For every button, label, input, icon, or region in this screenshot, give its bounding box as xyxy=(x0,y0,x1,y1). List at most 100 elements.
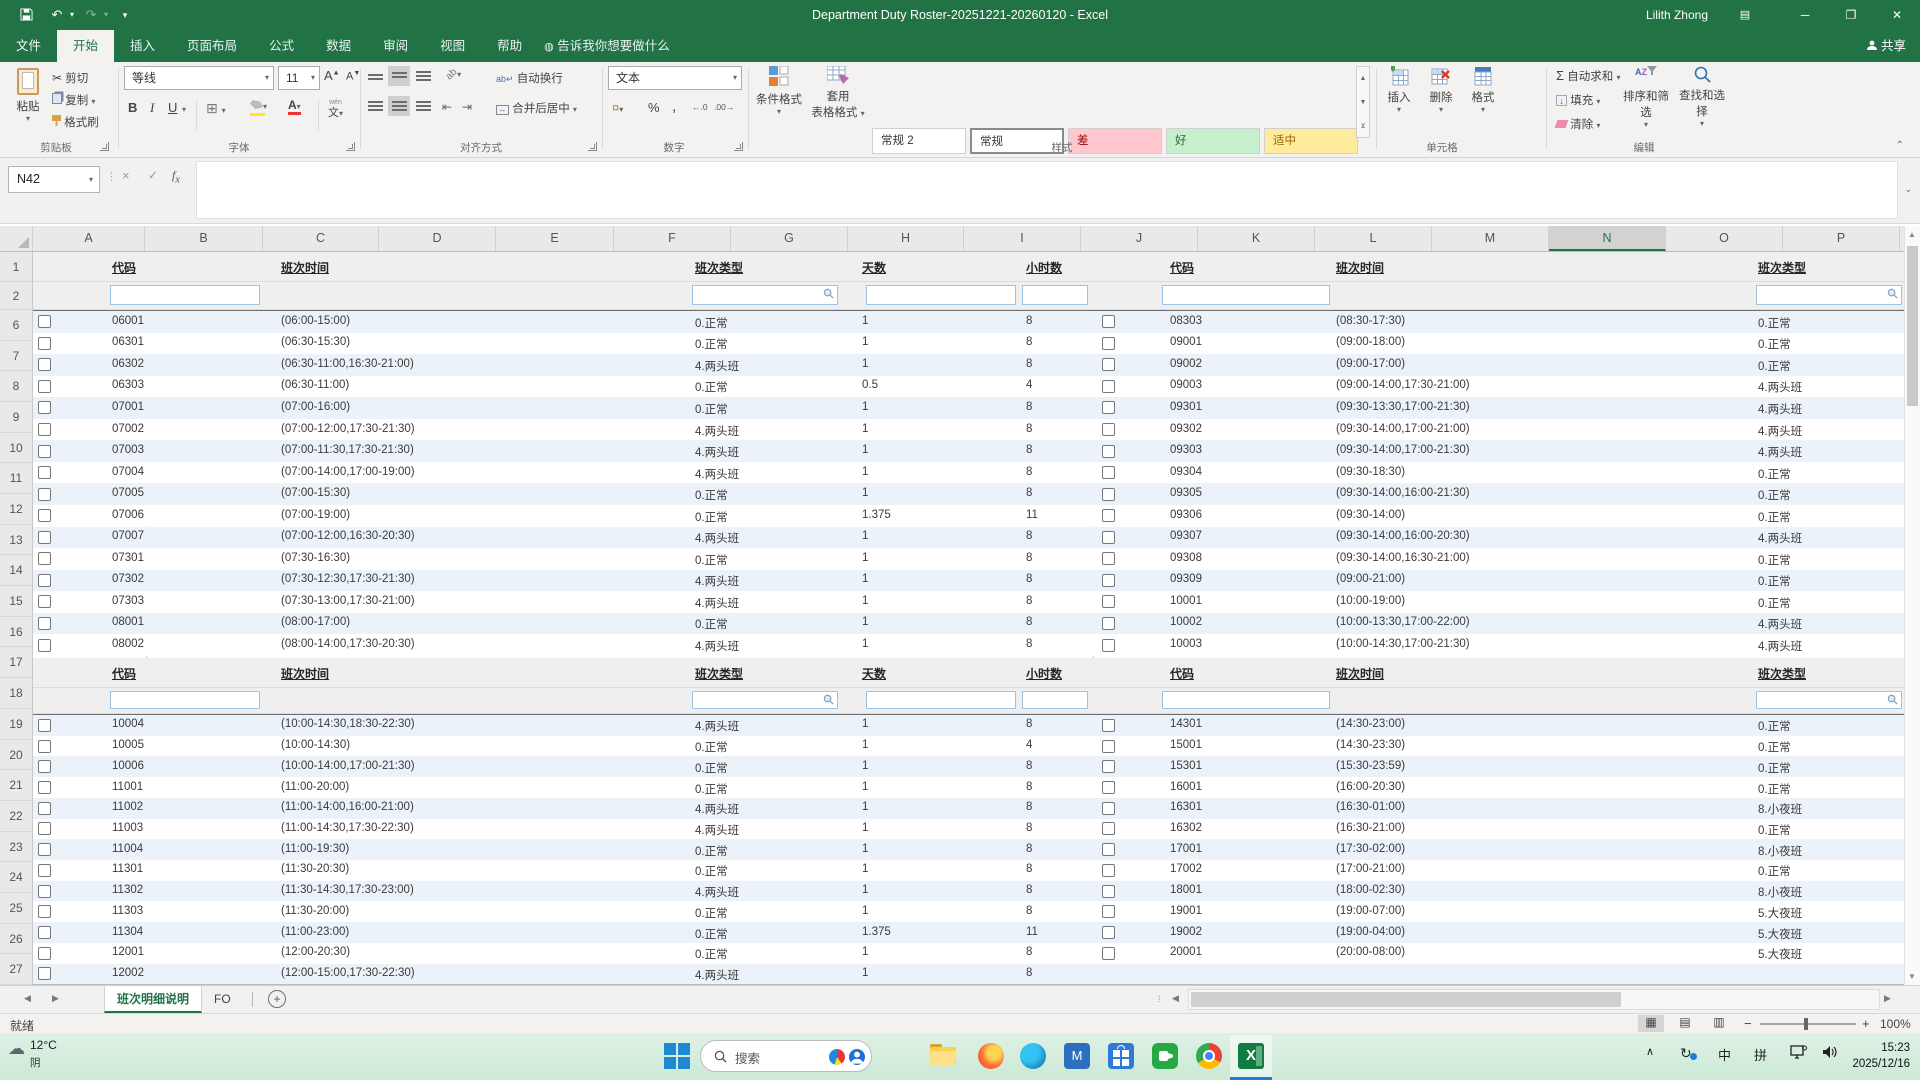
increase-decimal-icon[interactable]: ←.0 xyxy=(692,102,708,112)
row-checkbox[interactable] xyxy=(1102,358,1115,371)
clear-button[interactable]: 清除 ▾ xyxy=(1556,116,1600,132)
align-right-icon[interactable] xyxy=(412,96,434,116)
start-button[interactable] xyxy=(664,1043,690,1069)
row-checkbox[interactable] xyxy=(38,822,51,835)
row-checkbox[interactable] xyxy=(1102,905,1115,918)
select-all-corner[interactable] xyxy=(0,226,33,251)
row-header-21[interactable]: 21 xyxy=(0,770,32,801)
decrease-decimal-icon[interactable]: .00→ xyxy=(714,102,734,112)
store-icon[interactable] xyxy=(1108,1041,1138,1071)
page-break-view-icon[interactable]: ▥ xyxy=(1706,1015,1732,1032)
grow-font-icon[interactable]: A▲ xyxy=(324,68,340,83)
vertical-scroll-thumb[interactable] xyxy=(1907,246,1918,406)
row-checkbox[interactable] xyxy=(1102,843,1115,856)
row-checkbox[interactable] xyxy=(38,315,51,328)
row-header-27[interactable]: 27 xyxy=(0,954,32,985)
row-checkbox[interactable] xyxy=(38,595,51,608)
row-checkbox[interactable] xyxy=(38,509,51,522)
alignment-dialog-launcher-icon[interactable] xyxy=(588,142,597,151)
row-header-11[interactable]: 11 xyxy=(0,463,32,494)
ribbon-display-options-icon[interactable]: ▤ xyxy=(1730,0,1760,30)
tray-volume-icon[interactable] xyxy=(1822,1045,1838,1062)
search-highlight-icon[interactable] xyxy=(829,1049,845,1065)
formula-input[interactable] xyxy=(196,161,1898,219)
sheet-tab-FO[interactable]: FO xyxy=(202,986,243,1013)
fill-button[interactable]: ↓ 填充 ▾ xyxy=(1556,92,1600,108)
row-checkbox[interactable] xyxy=(38,531,51,544)
excel-icon[interactable]: X xyxy=(1230,1035,1272,1080)
row-checkbox[interactable] xyxy=(38,617,51,630)
column-header-D[interactable]: D xyxy=(379,226,496,251)
row-header-17[interactable]: 17 xyxy=(0,647,32,678)
namebox-splitter[interactable]: ⋮ xyxy=(106,170,117,183)
tab-splitter-dots[interactable]: ⁞ xyxy=(1158,994,1161,1004)
close-button[interactable]: ✕ xyxy=(1874,0,1920,30)
row-checkbox[interactable] xyxy=(1102,509,1115,522)
row-header-10[interactable]: 10 xyxy=(0,433,32,464)
increase-indent-icon[interactable]: ⇥ xyxy=(462,100,472,114)
filter-search-icon[interactable] xyxy=(823,694,834,708)
filter-input[interactable] xyxy=(1162,691,1330,709)
scroll-up-icon[interactable]: ▲ xyxy=(1908,230,1916,239)
row-header-12[interactable]: 12 xyxy=(0,494,32,525)
row-checkbox[interactable] xyxy=(1102,380,1115,393)
taskbar-clock[interactable]: 15:23 2025/12/16 xyxy=(1852,1040,1910,1072)
zoom-in-icon[interactable]: + xyxy=(1862,1016,1870,1031)
row-checkbox[interactable] xyxy=(1102,337,1115,350)
row-checkbox[interactable] xyxy=(38,967,51,980)
row-checkbox[interactable] xyxy=(1102,445,1115,458)
weather-temp[interactable]: 12°C xyxy=(30,1038,57,1052)
row-checkbox[interactable] xyxy=(38,639,51,652)
filter-input[interactable] xyxy=(1022,285,1088,305)
row-checkbox[interactable] xyxy=(1102,617,1115,630)
row-header-13[interactable]: 13 xyxy=(0,525,32,556)
row-checkbox[interactable] xyxy=(1102,822,1115,835)
row-checkbox[interactable] xyxy=(1102,574,1115,587)
row-checkbox[interactable] xyxy=(38,864,51,877)
decrease-indent-icon[interactable]: ⇤ xyxy=(442,100,452,114)
row-header-25[interactable]: 25 xyxy=(0,893,32,924)
row-checkbox[interactable] xyxy=(1102,639,1115,652)
row-checkbox[interactable] xyxy=(38,740,51,753)
row-checkbox[interactable] xyxy=(1102,947,1115,960)
paste-button[interactable]: 粘贴▾ xyxy=(8,66,48,138)
signed-in-user[interactable]: Lilith Zhong xyxy=(1646,0,1708,30)
restore-button[interactable]: ❐ xyxy=(1828,0,1874,30)
hscroll-left-icon[interactable]: ◀ xyxy=(1172,993,1179,1004)
column-header-J[interactable]: J xyxy=(1081,226,1198,251)
fill-color-button[interactable]: ▾ xyxy=(250,100,267,116)
row-checkbox[interactable] xyxy=(1102,781,1115,794)
row-checkbox[interactable] xyxy=(1102,531,1115,544)
file-explorer-icon[interactable] xyxy=(930,1041,960,1071)
align-top-icon[interactable] xyxy=(364,66,386,86)
font-dialog-launcher-icon[interactable] xyxy=(346,142,355,151)
shrink-font-icon[interactable]: A▼ xyxy=(346,70,360,83)
taskbar-search[interactable]: 搜索 xyxy=(700,1040,872,1072)
ribbon-tab-文件[interactable]: 文件 xyxy=(0,30,57,62)
conditional-formatting-button[interactable]: 条件格式▾ xyxy=(752,66,806,138)
row-checkbox[interactable] xyxy=(1102,552,1115,565)
percent-style-icon[interactable]: % xyxy=(648,100,660,115)
underline-dropdown-icon[interactable]: ▾ xyxy=(182,105,186,114)
scroll-down-icon[interactable]: ▼ xyxy=(1908,972,1916,981)
confirm-entry-icon[interactable]: ✓ xyxy=(148,168,158,182)
mail-app-icon[interactable]: M xyxy=(1064,1041,1094,1071)
weather-widget[interactable]: ☁ xyxy=(8,1039,25,1059)
format-painter-button[interactable]: 格式刷 xyxy=(52,114,99,130)
filter-input[interactable] xyxy=(1162,285,1330,305)
row-checkbox[interactable] xyxy=(38,466,51,479)
row-header-20[interactable]: 20 xyxy=(0,740,32,771)
row-checkbox[interactable] xyxy=(1102,802,1115,815)
column-header-M[interactable]: M xyxy=(1432,226,1549,251)
row-checkbox[interactable] xyxy=(38,445,51,458)
row-checkbox[interactable] xyxy=(1102,315,1115,328)
row-checkbox[interactable] xyxy=(38,574,51,587)
filter-search-icon[interactable] xyxy=(1887,288,1898,302)
filter-input[interactable] xyxy=(866,285,1016,305)
new-sheet-button[interactable]: + xyxy=(268,990,286,1008)
italic-button[interactable]: I xyxy=(150,100,154,116)
ribbon-tab-公式[interactable]: 公式 xyxy=(253,30,310,62)
name-box[interactable]: N42 ▾ xyxy=(8,166,100,193)
column-header-N[interactable]: N xyxy=(1549,226,1666,251)
tray-network-icon[interactable] xyxy=(1790,1045,1807,1063)
